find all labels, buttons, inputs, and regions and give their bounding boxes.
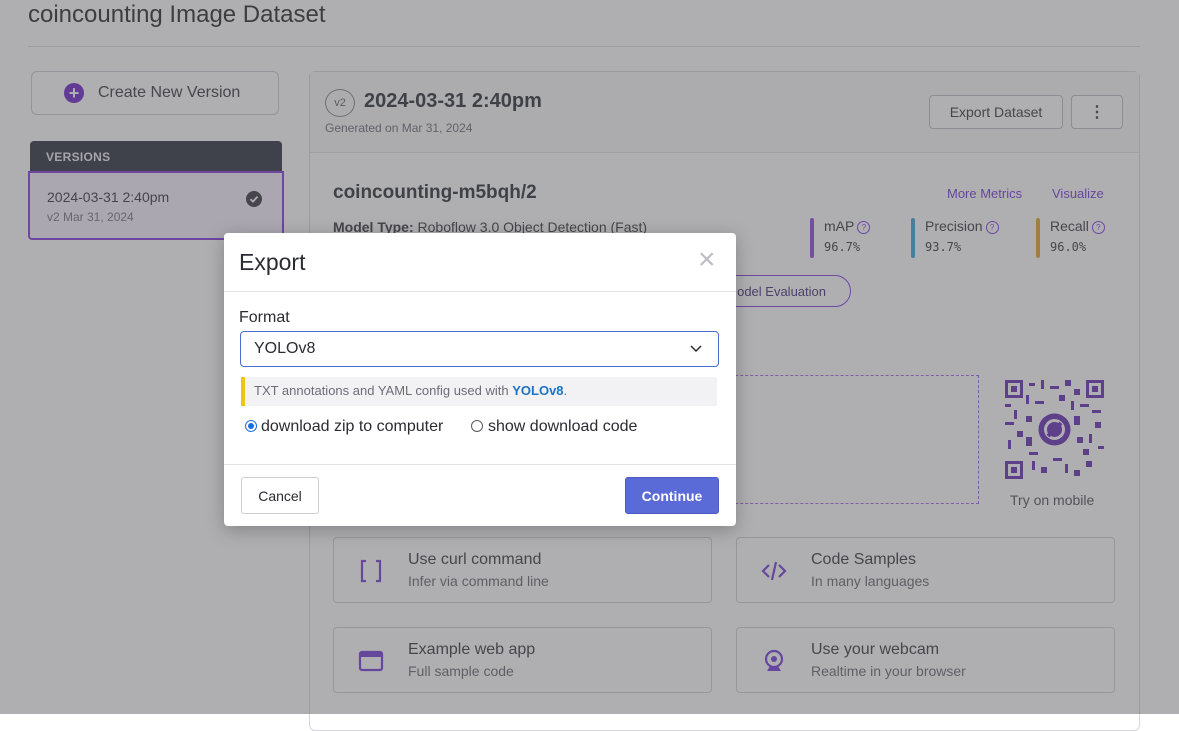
format-hint-text: TXT annotations and YAML config used wit…	[254, 383, 513, 398]
continue-button[interactable]: Continue	[625, 477, 719, 514]
cancel-button[interactable]: Cancel	[241, 477, 319, 514]
modal-footer-divider	[224, 464, 736, 465]
modal-title: Export	[239, 249, 306, 275]
chevron-down-icon	[690, 345, 702, 353]
format-hint-link[interactable]: YOLOv8	[512, 383, 563, 398]
export-modal: Export × Format YOLOv8 TXT annotations a…	[224, 233, 736, 526]
show-code-radio[interactable]	[471, 420, 483, 432]
format-select[interactable]: YOLOv8	[240, 331, 719, 367]
modal-header-divider	[224, 291, 736, 292]
format-hint: TXT annotations and YAML config used wit…	[241, 377, 717, 406]
format-selected-value: YOLOv8	[254, 340, 316, 357]
download-zip-label[interactable]: download zip to computer	[261, 418, 443, 436]
format-hint-end: .	[563, 383, 568, 398]
format-label: Format	[239, 309, 290, 326]
close-icon[interactable]: ×	[698, 245, 716, 275]
download-zip-radio[interactable]	[245, 420, 257, 432]
show-code-label[interactable]: show download code	[488, 418, 637, 436]
